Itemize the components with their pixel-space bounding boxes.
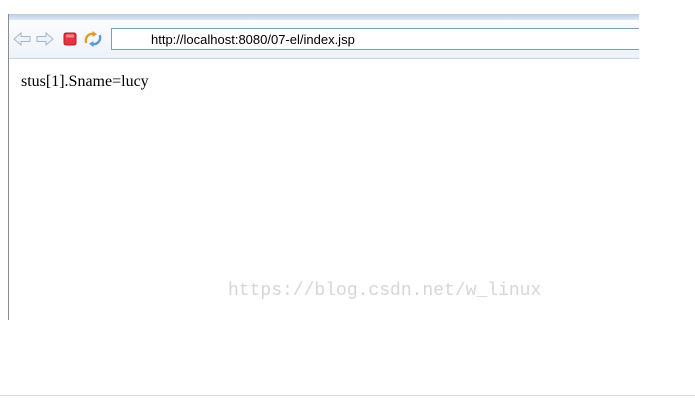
page-output-text: stus[1].Sname=lucy	[21, 73, 149, 90]
forward-button[interactable]	[35, 28, 55, 50]
address-bar[interactable]	[111, 28, 639, 50]
address-input[interactable]	[112, 29, 639, 49]
stop-button[interactable]	[60, 28, 80, 50]
arrow-right-icon	[36, 32, 54, 46]
page-content: stus[1].Sname=lucy https://blog.csdn.net…	[9, 59, 639, 320]
refresh-icon	[83, 29, 103, 49]
bottom-divider	[0, 395, 695, 396]
stop-icon	[63, 32, 77, 46]
arrow-left-icon	[13, 32, 31, 46]
browser-window: stus[1].Sname=lucy https://blog.csdn.net…	[8, 14, 639, 320]
watermark-text: https://blog.csdn.net/w_linux	[228, 281, 542, 301]
refresh-button[interactable]	[83, 28, 103, 50]
browser-toolbar	[9, 20, 639, 59]
back-button[interactable]	[12, 28, 32, 50]
